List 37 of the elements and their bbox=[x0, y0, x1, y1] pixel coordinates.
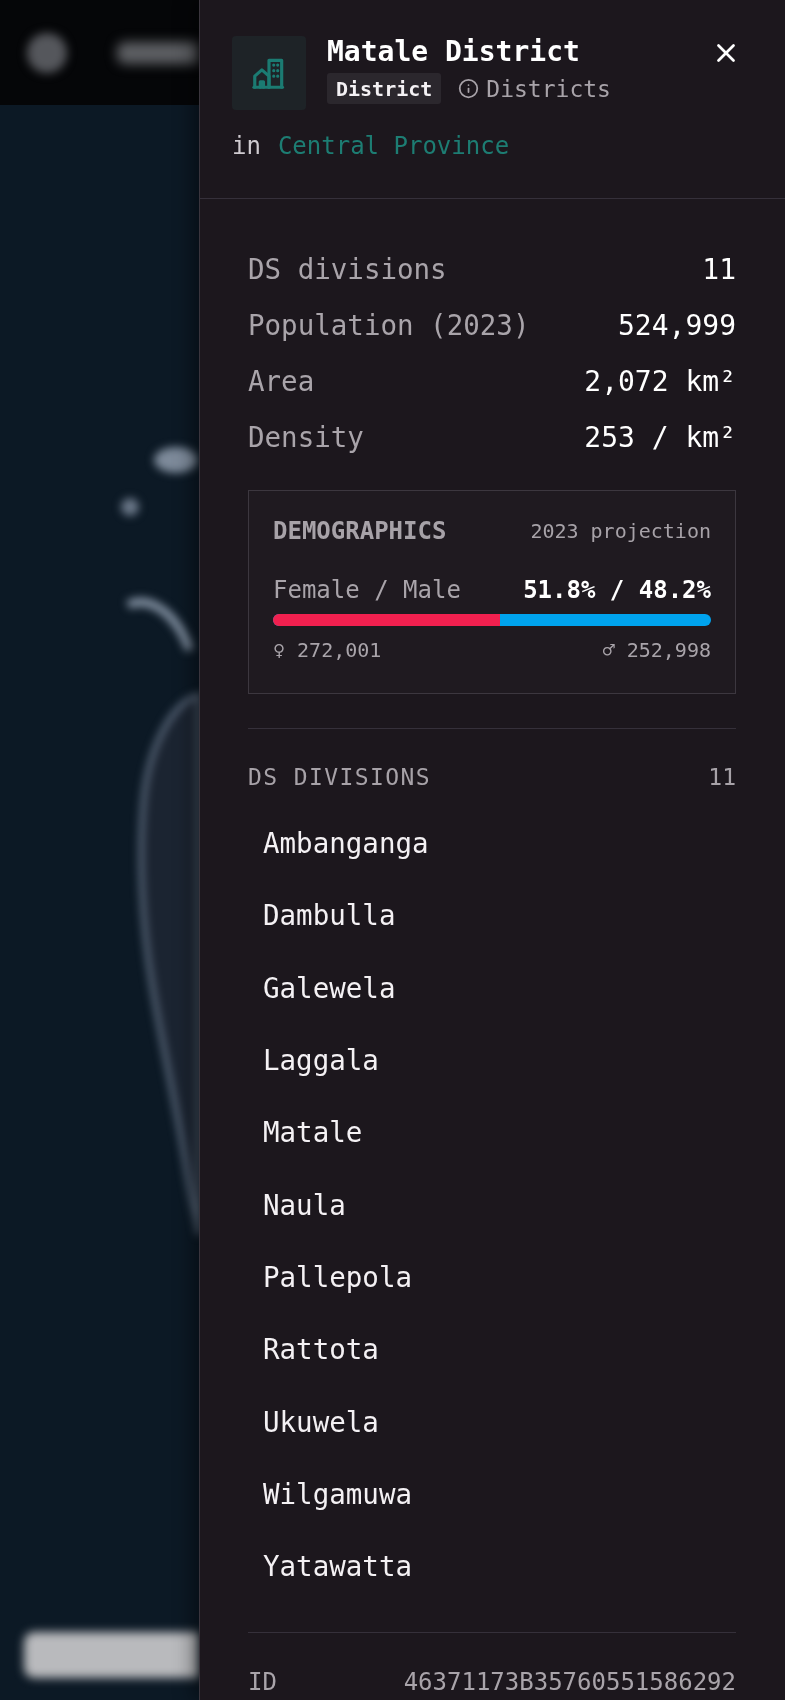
blurred-circle-icon bbox=[27, 32, 67, 73]
layer-link[interactable]: Districts bbox=[458, 75, 611, 102]
id-label: ID bbox=[248, 1668, 277, 1697]
stat-label: DS divisions bbox=[248, 253, 447, 285]
info-icon bbox=[458, 78, 480, 99]
stat-label: Population (2023) bbox=[248, 309, 530, 341]
female-count: ♀ 272,001 bbox=[273, 638, 382, 662]
division-list-item[interactable]: Laggala bbox=[263, 1044, 379, 1077]
stat-label: Density bbox=[248, 421, 364, 453]
male-count: ♂ 252,998 bbox=[602, 638, 711, 662]
parent-prefix-label: in bbox=[232, 131, 261, 161]
stat-value: 11 bbox=[702, 252, 736, 286]
stat-value: 524,999 bbox=[618, 308, 736, 342]
stat-label: Area bbox=[248, 365, 315, 397]
division-list-item[interactable]: Ukuwela bbox=[263, 1405, 379, 1438]
division-list-item[interactable]: Yatawatta bbox=[263, 1550, 412, 1583]
panel-title: Matale District bbox=[327, 36, 581, 68]
stat-value: 2,072 km² bbox=[584, 364, 736, 398]
id-value: 46371173B35760551586292 bbox=[403, 1668, 736, 1697]
building-icon bbox=[232, 36, 306, 110]
stat-value: 253 / km² bbox=[584, 420, 736, 454]
demographics-title: DEMOGRAPHICS bbox=[273, 517, 447, 545]
division-list-item[interactable]: Rattota bbox=[263, 1333, 379, 1366]
division-list-item[interactable]: Galewela bbox=[263, 971, 396, 1004]
division-list-item[interactable]: Dambulla bbox=[263, 899, 396, 932]
division-list-item[interactable]: Naula bbox=[263, 1188, 346, 1221]
division-list-item[interactable]: Ambanganga bbox=[263, 827, 429, 860]
section-count: 11 bbox=[708, 764, 736, 790]
division-list-item[interactable]: Pallepola bbox=[263, 1260, 412, 1293]
division-list-item[interactable]: Wilgamuwa bbox=[263, 1477, 412, 1510]
type-badge: District bbox=[327, 73, 442, 104]
parent-province-link[interactable]: Central Province bbox=[277, 131, 510, 161]
ratio-value: 51.8% / 48.2% bbox=[523, 576, 711, 604]
ratio-label: Female / Male bbox=[273, 576, 461, 604]
projection-note: 2023 projection bbox=[530, 519, 711, 543]
division-list-item[interactable]: Matale bbox=[263, 1116, 363, 1149]
section-title: DS DIVISIONS bbox=[248, 764, 431, 790]
